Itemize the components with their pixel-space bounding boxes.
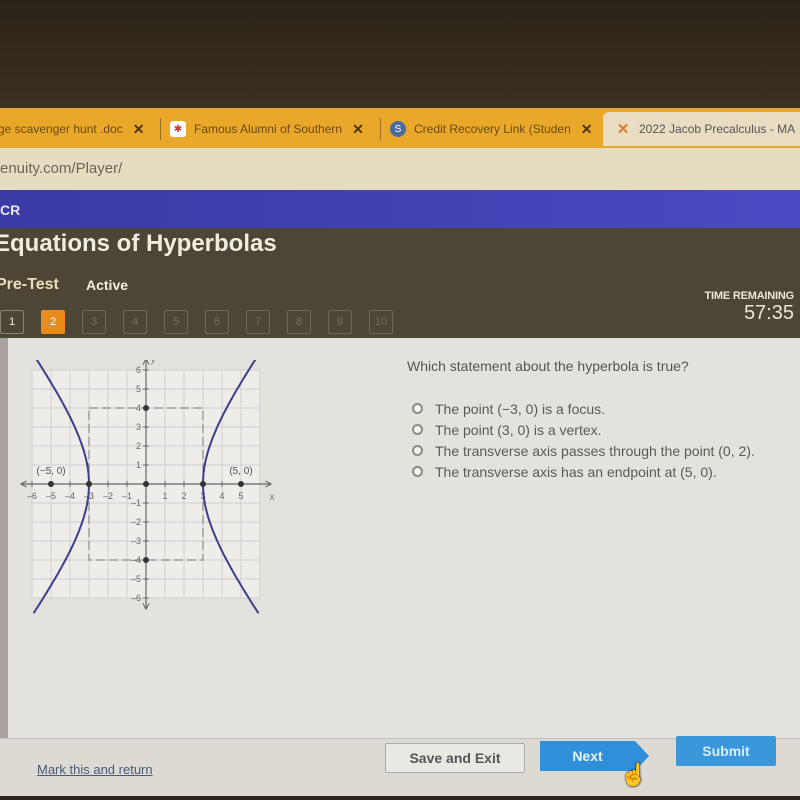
x-tick-label: 4 — [219, 491, 224, 501]
question-nav-1[interactable]: 1 — [0, 310, 24, 334]
hand-cursor-icon: ☝ — [620, 762, 648, 787]
url-text[interactable]: enuity.com/Player/ — [0, 160, 122, 177]
answer-choice-1[interactable]: The point (−3, 0) is a focus. — [412, 398, 755, 419]
y-tick-label: –4 — [131, 555, 141, 565]
x-tick-label: –6 — [27, 491, 37, 501]
plot-point — [48, 481, 54, 487]
timer-value: 57:35 — [743, 302, 794, 324]
save-and-exit-button[interactable]: Save and Exit — [385, 743, 525, 773]
tab-title: ge scavenger hunt .doc — [0, 122, 123, 136]
choice-text: The point (3, 0) is a vertex. — [435, 421, 602, 438]
submit-button[interactable]: Submit — [676, 736, 776, 766]
tab-title: Famous Alumni of Southern — [194, 122, 343, 136]
browser-tab[interactable]: S Credit Recovery Link (Studen ✕ — [390, 112, 592, 146]
status-label: Active — [86, 277, 129, 293]
radio-button[interactable] — [412, 466, 423, 477]
radio-button[interactable] — [412, 403, 423, 414]
timer: TIME REMAINING 57:35 — [704, 290, 795, 325]
question-nav-10[interactable]: 10 — [369, 310, 393, 334]
question-nav-7[interactable]: 7 — [246, 310, 270, 334]
y-tick-label: –1 — [131, 498, 141, 508]
y-tick-label: –6 — [131, 593, 141, 603]
choice-text: The point (−3, 0) is a focus. — [435, 400, 606, 417]
question-nav-3[interactable]: 3 — [82, 310, 106, 334]
plot-point — [238, 481, 244, 487]
tab-divider — [380, 118, 381, 140]
app-header: CR — [0, 190, 800, 228]
plot-point — [200, 481, 206, 487]
question-navigator: 1 2 3 4 5 6 7 8 9 10 — [0, 310, 410, 334]
section-label: Pre-Test — [0, 276, 59, 293]
lesson-header: Equations of Hyperbolas Pre-Test Active … — [0, 228, 800, 338]
y-axis-label: y — [150, 360, 157, 365]
y-tick-label: 5 — [136, 384, 141, 394]
y-tick-label: 6 — [136, 365, 141, 375]
question-nav-9[interactable]: 9 — [328, 310, 352, 334]
browser-tab[interactable]: ge scavenger hunt .doc ✕ — [0, 112, 145, 146]
answer-choice-4[interactable]: The transverse axis has an endpoint at (… — [412, 461, 755, 482]
mark-and-return-link[interactable]: Mark this and return — [37, 762, 153, 777]
x-tick-label: 1 — [162, 491, 167, 501]
y-tick-label: 1 — [136, 460, 141, 470]
choice-text: The transverse axis has an endpoint at (… — [435, 463, 717, 480]
app-brand: CR — [0, 202, 21, 218]
page-title: Equations of Hyperbolas — [0, 230, 277, 257]
plot-point — [143, 557, 149, 563]
answer-choice-2[interactable]: The point (3, 0) is a vertex. — [412, 419, 755, 440]
timer-label: TIME REMAINING — [704, 290, 795, 302]
y-tick-label: –5 — [131, 574, 141, 584]
point-label: (5, 0) — [229, 466, 252, 477]
question-nav-5[interactable]: 5 — [164, 310, 188, 334]
monitor-bezel — [0, 0, 800, 112]
tab-title: 2022 Jacob Precalculus - MA — [639, 122, 796, 136]
plot-point — [143, 405, 149, 411]
x-tick-label: –4 — [65, 491, 75, 501]
plot-point — [86, 481, 92, 487]
y-tick-label: 2 — [136, 441, 141, 451]
screen-edge — [0, 338, 8, 798]
monitor-bezel-bottom — [0, 796, 800, 800]
x-logo-icon: ✕ — [616, 121, 630, 138]
tab-title: Credit Recovery Link (Studen — [414, 122, 571, 136]
x-axis-label: x — [270, 492, 275, 503]
y-tick-label: –3 — [131, 536, 141, 546]
radio-button[interactable] — [412, 445, 423, 456]
x-tick-label: 2 — [181, 491, 186, 501]
choice-text: The transverse axis passes through the p… — [435, 442, 755, 459]
y-tick-label: –2 — [131, 517, 141, 527]
school-logo-icon: ✱ — [170, 121, 186, 137]
radio-button[interactable] — [412, 424, 423, 435]
close-icon[interactable]: ✕ — [133, 121, 145, 138]
tab-divider — [160, 118, 161, 140]
plot-point — [143, 481, 149, 487]
question-nav-4[interactable]: 4 — [123, 310, 147, 334]
question-nav-8[interactable]: 8 — [287, 310, 311, 334]
browser-tab[interactable]: ✱ Famous Alumni of Southern ✕ — [170, 112, 364, 146]
x-tick-label: –2 — [103, 491, 113, 501]
question-nav-6[interactable]: 6 — [205, 310, 229, 334]
schoology-s-icon: S — [390, 121, 406, 137]
y-tick-label: 3 — [136, 422, 141, 432]
answer-choices: The point (−3, 0) is a focus. The point … — [412, 398, 755, 482]
close-icon[interactable]: ✕ — [352, 121, 364, 138]
browser-tab-active[interactable]: ✕ 2022 Jacob Precalculus - MA — [603, 112, 800, 146]
x-tick-label: –5 — [46, 491, 56, 501]
answer-choice-3[interactable]: The transverse axis passes through the p… — [412, 440, 755, 461]
y-tick-label: 4 — [136, 403, 141, 413]
point-label: (−5, 0) — [36, 466, 65, 477]
question-nav-2[interactable]: 2 — [41, 310, 65, 334]
x-tick-label: 5 — [238, 491, 243, 501]
close-icon[interactable]: ✕ — [581, 121, 593, 138]
hyperbola-graph: –6–5–4–3–2–112345654321–1–2–3–4–5–6xy(−5… — [20, 360, 275, 614]
question-prompt: Which statement about the hyperbola is t… — [407, 358, 689, 374]
